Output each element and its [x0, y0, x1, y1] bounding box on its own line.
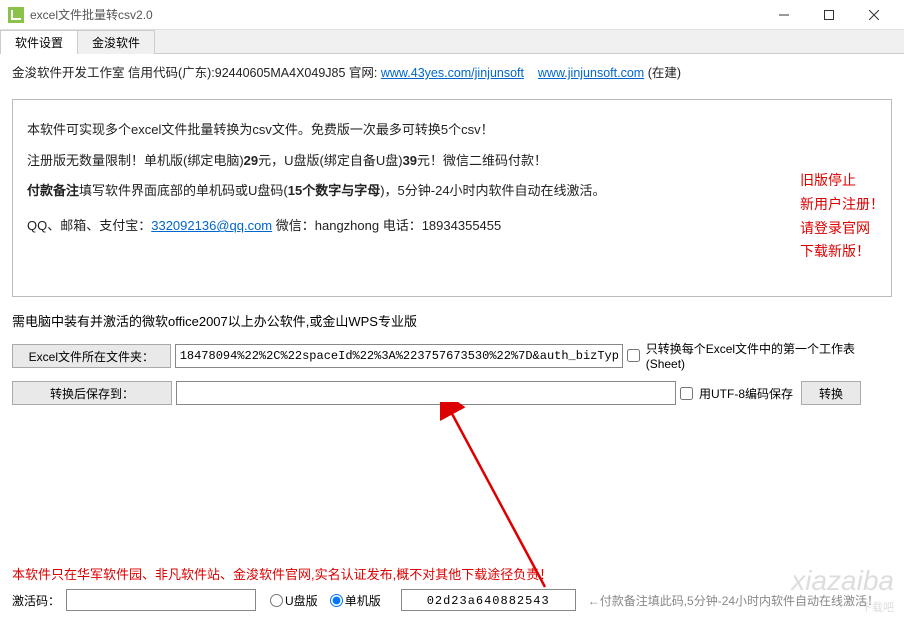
tab-jinjun[interactable]: 金浚软件	[77, 30, 155, 54]
activation-input[interactable]	[66, 589, 256, 611]
utf8-checkbox[interactable]	[680, 387, 693, 400]
activation-row: 激活码： U盘版 单机版 02d23a640882543 ←付款备注填此码,5分…	[12, 589, 892, 611]
window-controls	[761, 1, 896, 29]
info-box: 本软件可实现多个excel文件批量转换为csv文件。免费版一次最多可转换5个cs…	[12, 99, 892, 297]
email-link[interactable]: 332092136@qq.com	[151, 218, 272, 233]
content-area: 金浚软件开发工作室 信用代码(广东):92440605MA4X049J85 官网…	[0, 54, 904, 419]
info-line-4: QQ、邮箱、支付宝：332092136@qq.com 微信：hangzhong …	[27, 214, 877, 239]
dest-row: 转换后保存到： 用UTF-8编码保存 转换	[12, 381, 892, 405]
dest-path-input[interactable]	[176, 381, 676, 405]
upan-radio[interactable]	[270, 594, 283, 607]
titlebar: excel文件批量转csv2.0	[0, 0, 904, 30]
info-line-2: 注册版无数量限制！单机版(绑定电脑)29元，U盘版(绑定自备U盘)39元！微信二…	[27, 149, 877, 174]
first-sheet-checkbox-label[interactable]: 只转换每个Excel文件中的第一个工作表(Sheet)	[627, 340, 892, 371]
header-suffix: (在建)	[648, 66, 681, 80]
choose-source-button[interactable]: Excel文件所在文件夹：	[12, 344, 171, 368]
warning-text: 本软件只在华军软件园、非凡软件站、金浚软件官网,实名认证发布,概不对其他下载途径…	[12, 564, 892, 583]
utf8-checkbox-label[interactable]: 用UTF-8编码保存	[680, 385, 793, 402]
choose-dest-button[interactable]: 转换后保存到：	[12, 381, 172, 405]
source-path-input[interactable]	[175, 344, 623, 368]
info-line-3: 付款备注填写软件界面底部的单机码或U盘码(15个数字与字母)，5分钟-24小时内…	[27, 179, 877, 204]
app-icon	[8, 7, 24, 23]
activation-label: 激活码：	[12, 592, 60, 609]
bottom-area: 本软件只在华军软件园、非凡软件站、金浚软件官网,实名认证发布,概不对其他下载途径…	[0, 558, 904, 617]
upan-radio-label[interactable]: U盘版	[270, 592, 318, 609]
official-link-1[interactable]: www.43yes.com/jinjunsoft	[381, 66, 524, 80]
company-text: 金浚软件开发工作室 信用代码(广东):92440605MA4X049J85 官网…	[12, 66, 377, 80]
tab-bar: 软件设置 金浚软件	[0, 30, 904, 54]
danji-radio-label[interactable]: 单机版	[330, 592, 381, 609]
close-button[interactable]	[851, 1, 896, 29]
tab-settings[interactable]: 软件设置	[0, 30, 78, 54]
official-link-2[interactable]: www.jinjunsoft.com	[538, 66, 644, 80]
minimize-button[interactable]	[761, 1, 806, 29]
machine-code: 02d23a640882543	[401, 589, 576, 611]
window-title: excel文件批量转csv2.0	[30, 6, 761, 23]
side-notice: 旧版停止 新用户注册！ 请登录官网 下载新版！	[800, 169, 884, 264]
danji-radio[interactable]	[330, 594, 343, 607]
maximize-button[interactable]	[806, 1, 851, 29]
first-sheet-checkbox[interactable]	[627, 349, 640, 362]
info-line-1: 本软件可实现多个excel文件批量转换为csv文件。免费版一次最多可转换5个cs…	[27, 118, 877, 143]
requirement-text: 需电脑中装有并激活的微软office2007以上办公软件,或金山WPS专业版	[12, 311, 892, 330]
source-row: Excel文件所在文件夹： 只转换每个Excel文件中的第一个工作表(Sheet…	[12, 340, 892, 371]
convert-button[interactable]: 转换	[801, 381, 861, 405]
activation-hint: ←付款备注填此码,5分钟-24小时内软件自动在线激活！	[588, 592, 892, 609]
company-header: 金浚软件开发工作室 信用代码(广东):92440605MA4X049J85 官网…	[12, 62, 892, 81]
